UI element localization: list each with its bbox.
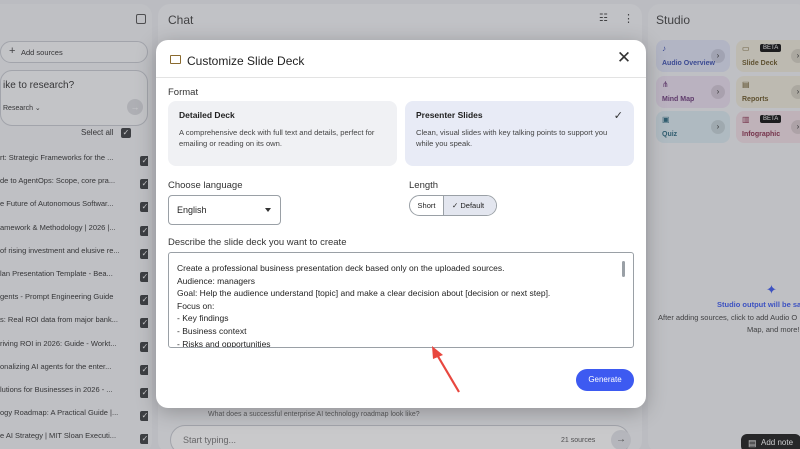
annotation-arrow (432, 346, 460, 393)
annotation-arrow-line (435, 352, 460, 393)
annotation-arrow-head (432, 346, 443, 359)
